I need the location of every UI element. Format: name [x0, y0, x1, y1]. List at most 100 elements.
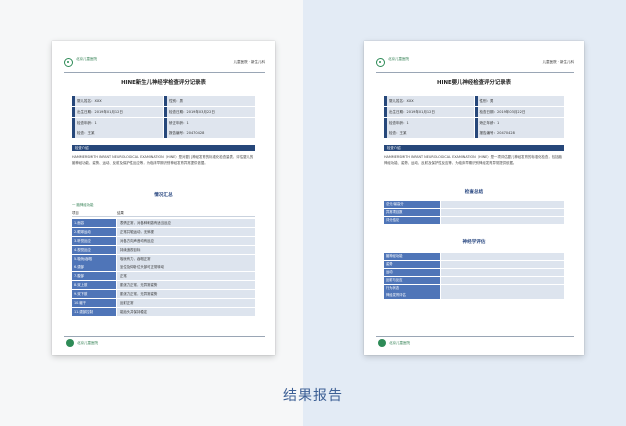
footer-logo-icon: [66, 339, 74, 347]
table-row: 3.听觉反应 对各方向声音均有反应: [72, 236, 255, 245]
row-value: [441, 260, 564, 268]
header-right-text: 儿童医院 · 新生儿科: [542, 60, 574, 64]
row-label: 8.双上肢: [72, 281, 116, 290]
report-page-right: 北京儿童医院 儿童医院 · 新生儿科 HINE婴儿神经检查评分记录表 婴儿姓名：…: [364, 41, 584, 355]
table-header: 项目 结果: [72, 210, 255, 217]
summary-title: 情况汇总: [154, 193, 173, 198]
info-field: 检查日期：2019年03月22日: [479, 109, 526, 114]
row-value: 肌张力正常，无异常姿势: [117, 290, 255, 299]
row-value: [441, 201, 564, 208]
row-value: [441, 268, 564, 276]
info-row: 出生日期：2019年01月12日 检查日期：2019年03月22日: [384, 106, 564, 117]
row-label: 11.颈部控制: [72, 307, 116, 316]
table-row: 5.吸吮/吞咽 吸吮有力，吞咽正常: [72, 254, 255, 263]
footer-text: 北京儿童医院: [77, 341, 98, 345]
header-logo-text: 北京儿童医院: [76, 57, 97, 61]
row-label: 异常项目数: [384, 208, 440, 216]
info-field: 性别：男: [479, 99, 494, 103]
row-label: 行为状态: [384, 284, 440, 292]
summary-table: 总分/最高分 异常项目数 评分结论: [384, 201, 564, 225]
footer-divider: [64, 336, 265, 337]
info-field: 报告编号：20470428: [169, 131, 205, 136]
neuro-title: 神经学评估: [462, 240, 486, 245]
table-row: 1.面容 表情正常，对各种刺激有适当反应: [72, 219, 255, 227]
info-field: 矫正年龄：1: [169, 120, 189, 125]
info-field: 矫正年龄：1: [479, 120, 500, 125]
info-field: 性别：男: [169, 99, 183, 103]
info-field: 报告编号：20470428: [479, 131, 515, 136]
table-row: 行为状态: [384, 284, 564, 292]
info-row: 婴儿姓名：XXX 性别：男: [384, 96, 564, 106]
section-header: 检查介绍: [72, 145, 255, 151]
footer-logo-icon: [378, 339, 386, 347]
row-label: 总分/最高分: [384, 201, 440, 208]
row-label: 3.听觉反应: [72, 236, 116, 245]
header-divider: [64, 72, 265, 73]
table-row: 6.颈部 坐位及仰卧位头部可正常转动: [72, 263, 255, 272]
column-header: 项目: [72, 211, 79, 215]
section-header: 检查介绍: [384, 145, 564, 151]
row-value: 肌张力正常，无异常姿势: [117, 281, 255, 290]
table-row: 反射与反应: [384, 276, 564, 284]
table-row: 评分结论: [384, 216, 564, 224]
table-row: 异常项目数: [384, 208, 564, 216]
doc-header: 北京儿童医院 儿童医院 · 新生儿科: [376, 56, 574, 70]
info-row: 婴儿姓名：XXX 性别：男: [72, 96, 255, 106]
info-field: 婴儿姓名：XXX: [389, 99, 414, 103]
table-row: 10.躯干 反射正常: [72, 299, 255, 308]
row-label: 1.面容: [72, 219, 116, 227]
info-field: 检查年龄：1: [77, 120, 97, 125]
row-label: 运动: [384, 268, 440, 276]
hospital-logo-icon: [376, 58, 385, 67]
info-row: 检查年龄：1 矫正年龄：1: [384, 117, 564, 128]
row-label: 脑神经功能: [384, 253, 440, 260]
intro-paragraph: HAMMERSMITH INFANT NEUROLOGICAL EXAMINAT…: [72, 155, 254, 165]
row-value: [441, 216, 564, 224]
table-row: 9.双下肢 肌张力正常，无异常姿势: [72, 290, 255, 299]
row-label: 5.吸吮/吞咽: [72, 254, 116, 263]
row-label: 反射与反应: [384, 276, 440, 284]
row-value: 吸吮有力，吞咽正常: [117, 254, 255, 263]
section-title: 检查介绍: [75, 146, 89, 150]
patient-info: 婴儿姓名：XXX 性别：男 出生日期：2019年01月12日 检查日期：2019…: [384, 96, 564, 139]
doc-header: 北京儿童医院 儿童医院 · 新生儿科: [64, 56, 265, 70]
info-field: 检查：王某: [77, 131, 95, 136]
table-row: 11.颈部控制 能抬头并保持稳定: [72, 307, 255, 316]
row-value: [441, 208, 564, 216]
table-row: 神经发育评估: [384, 292, 564, 300]
hospital-logo-icon: [64, 58, 73, 67]
info-field: 检查：王某: [389, 131, 407, 136]
row-label: 7.腹部: [72, 272, 116, 281]
results-table: 1.面容 表情正常，对各种刺激有适当反应 2.眼球运动 正常共轭运动，无斜视 3.听…: [72, 219, 255, 317]
row-label: 9.双下肢: [72, 290, 116, 299]
info-row: 出生日期：2019年01月12日 检查日期：2019年03月22日: [72, 106, 255, 117]
table-row: 脑神经功能: [384, 253, 564, 260]
table-row: 运动: [384, 268, 564, 276]
info-row: 检查：王某 报告编号：20470428: [72, 128, 255, 139]
patient-info: 婴儿姓名：XXX 性别：男 出生日期：2019年01月12日 检查日期：2019…: [72, 96, 255, 139]
row-label: 评分结论: [384, 216, 440, 224]
table-row: 2.眼球运动 正常共轭运动，无斜视: [72, 227, 255, 236]
row-value: [441, 292, 564, 300]
table-row: 4.视觉反应 持续追视目标: [72, 245, 255, 254]
report-page-left: 北京儿童医院 儿童医院 · 新生儿科 HINE新生儿神经学检查评分记录表 婴儿姓…: [52, 41, 275, 355]
intro-paragraph: HAMMERSMITH INFANT NEUROLOGICAL EXAMINAT…: [384, 155, 562, 165]
header-divider: [376, 72, 574, 73]
row-label: 2.眼球运动: [72, 227, 116, 236]
summary-subtitle: 一 脑神经功能: [72, 203, 94, 207]
row-label: 10.躯干: [72, 299, 116, 308]
column-header: 结果: [117, 211, 124, 215]
row-value: [441, 253, 564, 260]
info-field: 出生日期：2019年01月12日: [77, 109, 123, 114]
row-label: 6.颈部: [72, 263, 116, 272]
row-value: 正常: [117, 272, 255, 281]
row-value: 能抬头并保持稳定: [117, 307, 255, 316]
row-value: 正常共轭运动，无斜视: [117, 227, 255, 236]
footer-text: 北京儿童医院: [389, 341, 410, 345]
table-row: 7.腹部 正常: [72, 272, 255, 281]
section-title: 检查介绍: [387, 146, 401, 150]
info-field: 婴儿姓名：XXX: [77, 99, 102, 103]
info-row: 检查年龄：1 矫正年龄：1: [72, 117, 255, 128]
header-logo-text: 北京儿童医院: [388, 57, 409, 61]
row-value: 对各方向声音均有反应: [117, 236, 255, 245]
